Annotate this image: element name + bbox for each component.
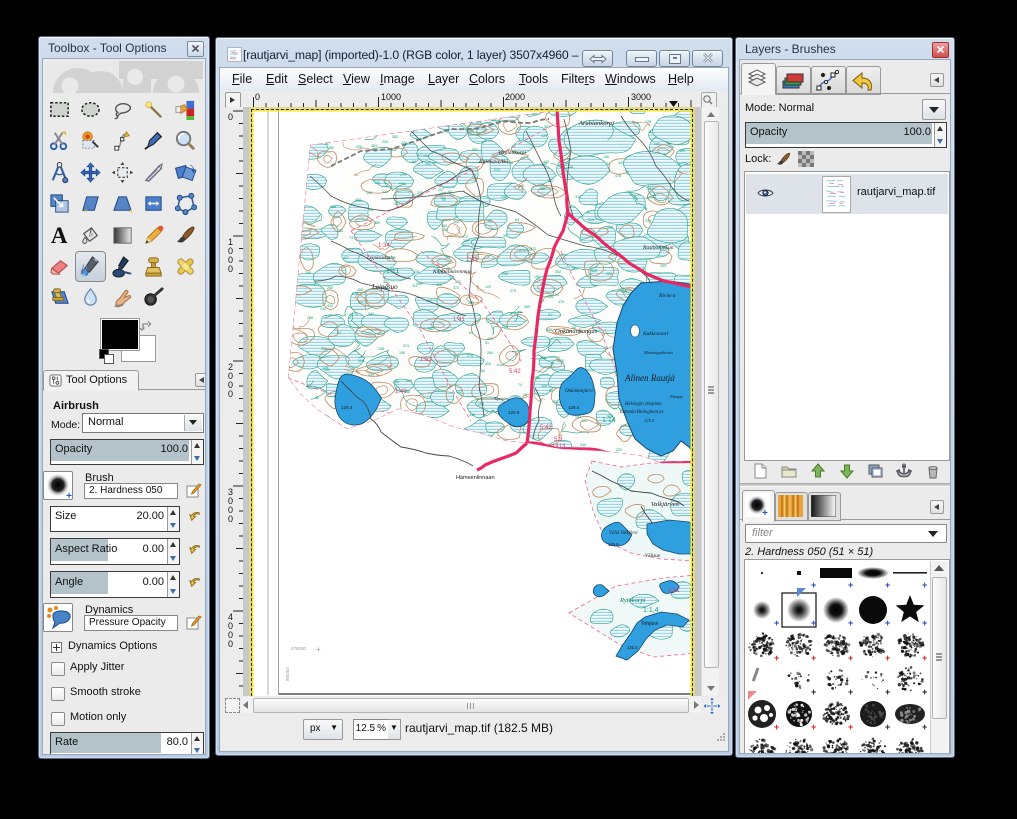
svg-text:+: + <box>848 722 853 732</box>
svg-text:0: 0 <box>255 92 260 102</box>
svg-text:0: 0 <box>228 389 233 399</box>
svg-text:+: + <box>922 653 927 663</box>
svg-text:3000: 3000 <box>631 92 651 102</box>
svg-text:1000: 1000 <box>381 92 401 102</box>
svg-text:+: + <box>811 618 816 628</box>
svg-text:+: + <box>885 618 890 628</box>
svg-text:+: + <box>848 580 853 590</box>
svg-text:+: + <box>922 618 927 628</box>
svg-text:+: + <box>848 653 853 663</box>
svg-text:0: 0 <box>228 514 233 524</box>
svg-text:+: + <box>811 687 816 697</box>
svg-text:+: + <box>848 687 853 697</box>
svg-text:+: + <box>922 722 927 732</box>
svg-text:+: + <box>922 687 927 697</box>
svg-text:+: + <box>885 653 890 663</box>
svg-text:+: + <box>774 722 779 732</box>
svg-text:0: 0 <box>228 112 233 122</box>
svg-text:2000: 2000 <box>505 92 525 102</box>
svg-text:+: + <box>811 722 816 732</box>
svg-text:+: + <box>885 687 890 697</box>
svg-text:A: A <box>51 224 68 247</box>
svg-text:+: + <box>885 580 890 590</box>
svg-text:+: + <box>762 508 768 517</box>
svg-text:0: 0 <box>228 264 233 274</box>
svg-text:+: + <box>885 722 890 732</box>
svg-text:+: + <box>774 618 779 628</box>
svg-text:0: 0 <box>228 639 233 649</box>
svg-text:+: + <box>922 580 927 590</box>
svg-text:+: + <box>848 618 853 628</box>
svg-text:+: + <box>811 653 816 663</box>
svg-text:+: + <box>774 653 779 663</box>
svg-text:+: + <box>811 580 816 590</box>
